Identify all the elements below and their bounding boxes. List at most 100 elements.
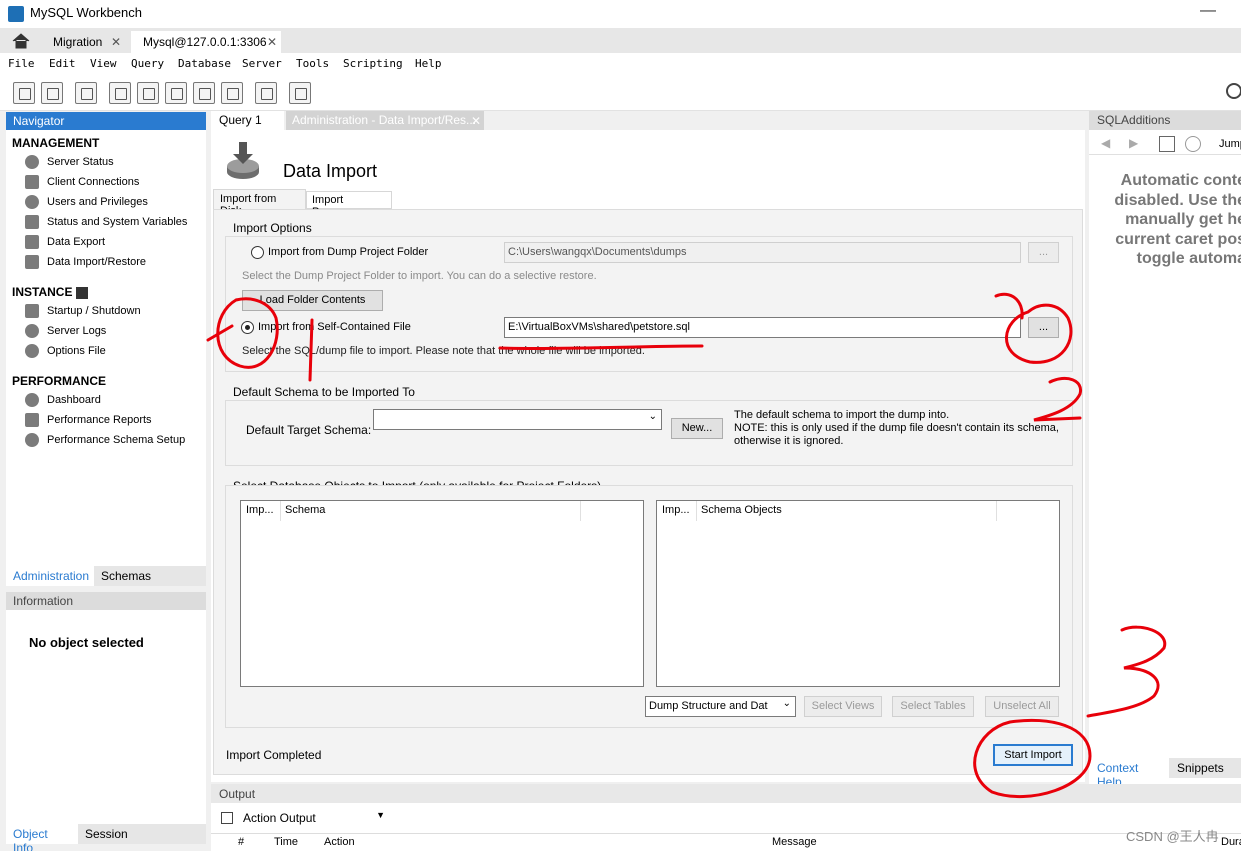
- page-title: Data Import: [283, 161, 378, 181]
- column-header-duration: Dura: [1221, 836, 1241, 848]
- watermark: CSDN @王人冉: [1126, 829, 1219, 844]
- navigator-tabs: Administration Schemas: [6, 566, 206, 586]
- create-view-icon[interactable]: [165, 82, 187, 104]
- schema-list[interactable]: Imp... Schema: [240, 500, 644, 687]
- column-header-time: Time: [274, 836, 299, 848]
- warning-icon: [25, 324, 39, 338]
- output-toolbar: Action Output ▼: [211, 803, 1241, 833]
- select-views-button[interactable]: Select Views: [804, 696, 882, 717]
- browse-file-button[interactable]: ...: [1028, 317, 1059, 338]
- search-table-data-icon[interactable]: [255, 82, 277, 104]
- create-procedure-icon[interactable]: [193, 82, 215, 104]
- create-table-icon[interactable]: [137, 82, 159, 104]
- tab-import-from-disk[interactable]: Import from Disk: [213, 189, 306, 217]
- nav-server-logs[interactable]: Server Logs: [25, 324, 106, 340]
- menu-bar: File Edit View Query Database Server Too…: [0, 53, 1241, 75]
- sql-file-path-field[interactable]: E:\VirtualBoxVMs\shared\petstore.sql: [504, 317, 1021, 338]
- nav-dashboard[interactable]: Dashboard: [25, 393, 101, 409]
- file-hint: Select the SQL/dump file to import. Plea…: [242, 345, 645, 357]
- radio-self-contained-file[interactable]: [241, 321, 254, 334]
- nav-status-variables[interactable]: Status and System Variables: [25, 215, 187, 231]
- home-icon[interactable]: [11, 33, 31, 49]
- auto-help-icon[interactable]: [1185, 136, 1201, 152]
- menu-file[interactable]: File: [8, 57, 35, 70]
- information-title: Information: [6, 592, 206, 610]
- create-function-icon[interactable]: [221, 82, 243, 104]
- nav-data-export[interactable]: Data Export: [25, 235, 105, 251]
- close-icon[interactable]: ✕: [267, 35, 277, 49]
- new-schema-button[interactable]: New...: [671, 418, 723, 439]
- user-icon: [25, 195, 39, 209]
- tab-session[interactable]: Session: [78, 824, 206, 844]
- menu-query[interactable]: Query: [131, 57, 164, 70]
- select-tables-button[interactable]: Select Tables: [892, 696, 974, 717]
- tab-connection[interactable]: Mysql@127.0.0.1:3306 ✕: [131, 31, 281, 53]
- jump-to-field[interactable]: Jump: [1219, 138, 1241, 150]
- forward-icon[interactable]: ▶: [1129, 136, 1138, 150]
- tab-administration[interactable]: Administration: [6, 566, 94, 586]
- copy-icon[interactable]: [221, 812, 233, 824]
- column-header-action: Action: [324, 836, 355, 848]
- import-options-title: Import Options: [233, 221, 312, 235]
- output-type-select[interactable]: Action Output ▼: [239, 808, 387, 828]
- minimize-button[interactable]: —: [1200, 2, 1216, 20]
- new-sql-tab-icon[interactable]: [13, 82, 35, 104]
- nav-client-connections[interactable]: Client Connections: [25, 175, 139, 191]
- settings-gear-icon[interactable]: [1226, 83, 1241, 99]
- load-folder-contents-button[interactable]: Load Folder Contents: [242, 290, 383, 311]
- dropdown-arrow-icon: ▼: [376, 810, 385, 820]
- tab-query-1[interactable]: Query 1: [211, 111, 284, 130]
- menu-tools[interactable]: Tools: [296, 57, 329, 70]
- nav-performance-reports[interactable]: Performance Reports: [25, 413, 152, 429]
- create-schema-icon[interactable]: [109, 82, 131, 104]
- nav-data-import[interactable]: Data Import/Restore: [25, 255, 146, 271]
- tab-import-progress[interactable]: Import Progress: [306, 191, 392, 218]
- menu-view[interactable]: View: [90, 57, 117, 70]
- radio-dump-folder[interactable]: [251, 246, 264, 259]
- nav-options-file[interactable]: Options File: [25, 344, 106, 360]
- dump-folder-path-field[interactable]: C:\Users\wangqx\Documents\dumps: [504, 242, 1021, 263]
- open-sql-script-icon[interactable]: [41, 82, 63, 104]
- server-status-icon: [25, 155, 39, 169]
- dump-type-select[interactable]: Dump Structure and Dat ⌄: [645, 696, 796, 717]
- sql-additions-panel: SQLAdditions ◀ ▶ Jump Automatic conte di…: [1089, 111, 1241, 789]
- column-header-message: Message: [772, 836, 817, 848]
- manual-help-icon[interactable]: [1159, 136, 1175, 152]
- tab-snippets[interactable]: Snippets: [1169, 758, 1241, 778]
- menu-server[interactable]: Server: [242, 57, 282, 70]
- menu-help[interactable]: Help: [415, 57, 442, 70]
- back-icon[interactable]: ◀: [1101, 136, 1110, 150]
- nav-users-privileges[interactable]: Users and Privileges: [25, 195, 148, 211]
- inspector-icon[interactable]: [75, 82, 97, 104]
- tab-object-info[interactable]: Object Info: [6, 824, 78, 851]
- tab-label: Mysql@127.0.0.1:3306: [143, 35, 267, 49]
- nav-startup-shutdown[interactable]: Startup / Shutdown: [25, 304, 141, 320]
- tab-migration[interactable]: Migration ✕: [41, 31, 129, 53]
- schema-note: The default schema to import the dump in…: [734, 409, 1059, 447]
- menu-edit[interactable]: Edit: [49, 57, 76, 70]
- connection-tab-strip: Migration ✕ Mysql@127.0.0.1:3306 ✕: [0, 28, 1241, 53]
- column-header-schema: Schema: [285, 504, 326, 516]
- unselect-all-button[interactable]: Unselect All: [985, 696, 1059, 717]
- nav-server-status[interactable]: Server Status: [25, 155, 114, 171]
- schema-objects-list[interactable]: Imp... Schema Objects: [656, 500, 1060, 687]
- close-icon[interactable]: ✕: [471, 114, 481, 128]
- instance-heading: INSTANCE: [12, 285, 88, 299]
- folder-hint: Select the Dump Project Folder to import…: [242, 270, 597, 282]
- tab-context-help[interactable]: Context Help: [1093, 758, 1169, 789]
- tab-data-import[interactable]: Administration - Data Import/Res... ✕: [286, 111, 484, 130]
- title-bar: MySQL Workbench —: [0, 0, 1241, 28]
- menu-scripting[interactable]: Scripting: [343, 57, 403, 70]
- output-columns: # Time Action Message Dura: [211, 833, 1241, 851]
- navigator-panel: Navigator MANAGEMENT Server Status Clien…: [6, 112, 206, 584]
- start-import-button[interactable]: Start Import: [993, 744, 1073, 766]
- close-icon[interactable]: ✕: [111, 35, 121, 49]
- column-header-schema-objects: Schema Objects: [701, 504, 782, 516]
- menu-database[interactable]: Database: [178, 57, 231, 70]
- reconnect-icon[interactable]: [289, 82, 311, 104]
- target-schema-select[interactable]: ⌄: [373, 409, 662, 430]
- nav-performance-schema-setup[interactable]: Performance Schema Setup: [25, 433, 185, 449]
- browse-folder-button[interactable]: ...: [1028, 242, 1059, 263]
- tab-schemas[interactable]: Schemas: [94, 566, 206, 586]
- client-connections-icon: [25, 175, 39, 189]
